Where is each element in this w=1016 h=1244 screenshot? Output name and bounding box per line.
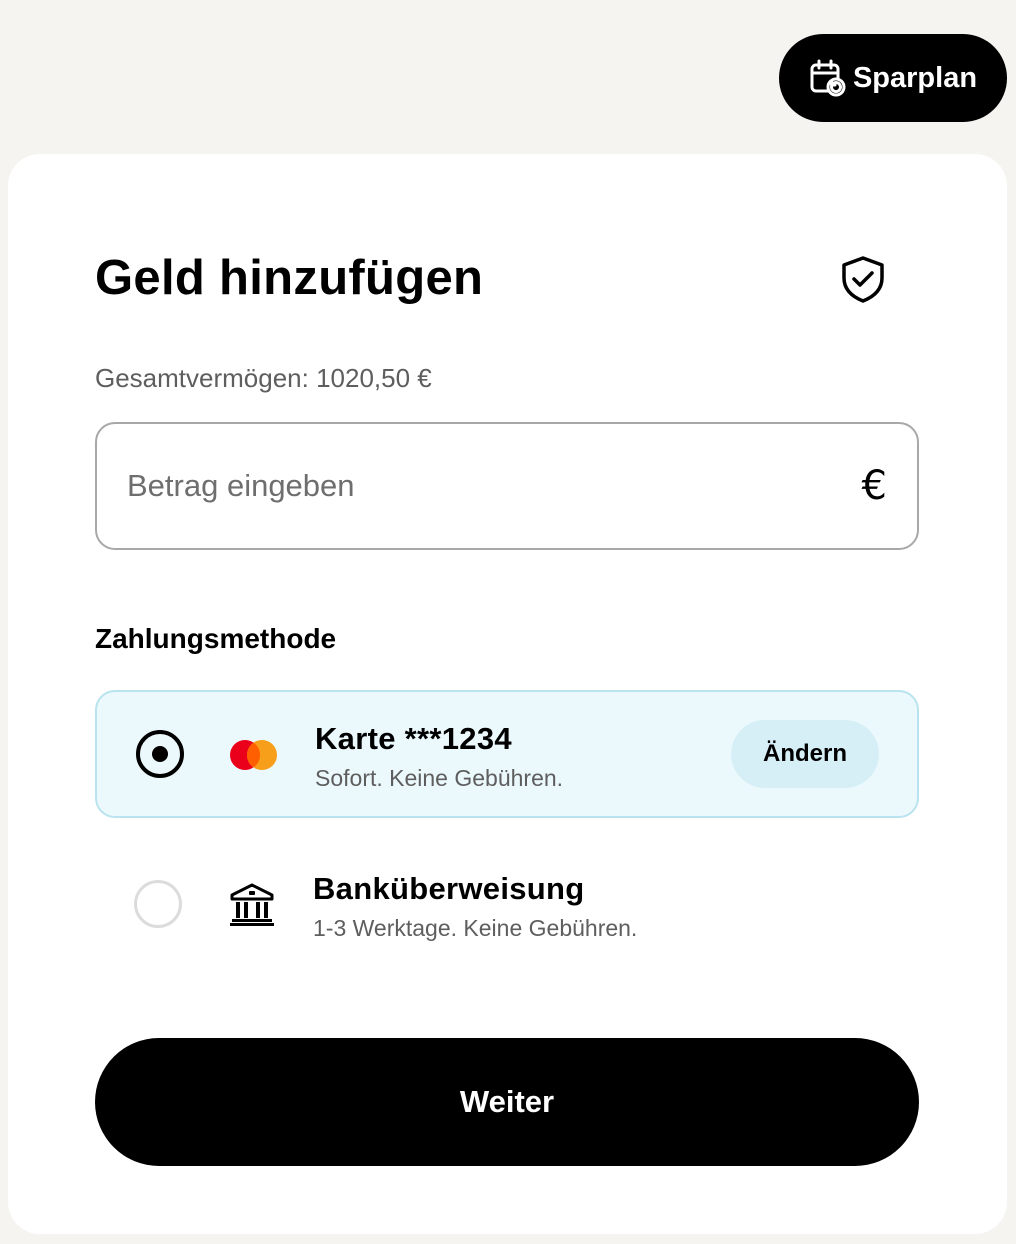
payment-method-bank-transfer[interactable]: Banküberweisung 1-3 Werktage. Keine Gebü…	[95, 842, 919, 970]
mastercard-icon	[227, 732, 281, 778]
change-card-button[interactable]: Ändern	[731, 720, 879, 788]
card-method-title: Karte ***1234	[315, 721, 512, 756]
bank-method-subtitle: 1-3 Werktage. Keine Gebühren.	[313, 915, 638, 941]
radio-bank-unselected[interactable]	[134, 880, 182, 928]
calendar-repeat-icon	[809, 59, 847, 97]
sparplan-label: Sparplan	[852, 61, 978, 94]
sparplan-button[interactable]: Sparplan	[779, 34, 1007, 122]
amount-field[interactable]: €	[95, 422, 919, 550]
bank-method-title: Banküberweisung	[313, 871, 585, 906]
euro-icon: €	[861, 463, 887, 509]
continue-button[interactable]: Weiter	[95, 1038, 919, 1166]
radio-card-selected[interactable]	[136, 730, 184, 778]
payment-method-card[interactable]: Karte ***1234 Sofort. Keine Gebühren. Än…	[95, 690, 919, 818]
total-assets-text: Gesamtvermögen: 1020,50 €	[95, 363, 432, 393]
page-title: Geld hinzufügen	[95, 251, 484, 305]
bank-icon	[225, 882, 279, 928]
card-method-subtitle: Sofort. Keine Gebühren.	[315, 765, 564, 791]
amount-input[interactable]	[127, 468, 862, 504]
add-money-card: Geld hinzufügen Gesamtvermögen: 1020,50 …	[8, 154, 1007, 1234]
shield-check-icon	[838, 254, 888, 304]
payment-method-heading: Zahlungsmethode	[95, 623, 337, 654]
